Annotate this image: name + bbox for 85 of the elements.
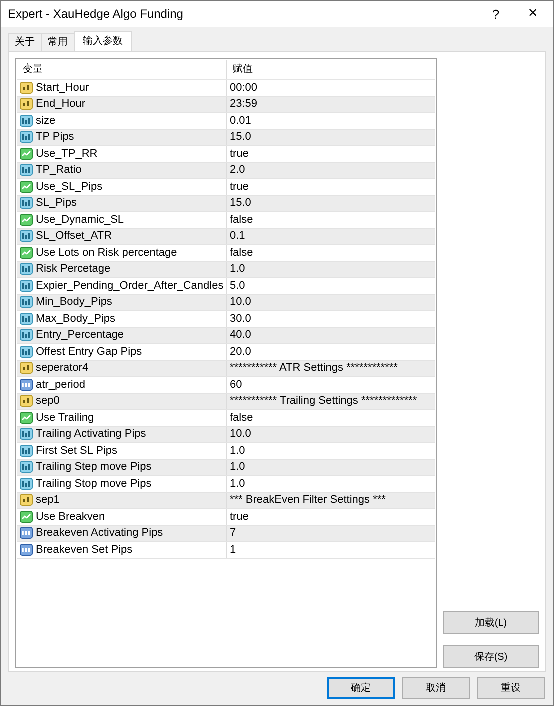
- parameter-name: Use_Dynamic_SL: [36, 212, 124, 227]
- parameter-value[interactable]: 40.0: [230, 328, 252, 342]
- parameter-name: Trailing Step move Pips: [36, 460, 152, 474]
- parameter-name: TP_Ratio: [36, 163, 82, 178]
- number-type-icon: [20, 197, 33, 210]
- parameter-name: sep1: [36, 493, 60, 508]
- parameter-value[interactable]: 00:00: [230, 80, 258, 95]
- number-type-icon: [20, 346, 33, 358]
- number-type-icon: [20, 164, 33, 176]
- parameter-value[interactable]: 10.0: [230, 295, 252, 310]
- parameter-value[interactable]: true: [230, 510, 249, 524]
- number-type-icon: [20, 329, 33, 342]
- save-button[interactable]: 保存(S): [443, 645, 539, 668]
- parameter-value[interactable]: 1: [230, 542, 236, 557]
- parameter-name: TP Pips: [36, 130, 74, 144]
- parameter-value[interactable]: 15.0: [230, 130, 252, 144]
- parameter-value[interactable]: 60: [230, 378, 242, 392]
- parameter-value[interactable]: 5.0: [230, 278, 246, 293]
- parameter-name: Min_Body_Pips: [36, 295, 112, 310]
- number-type-icon: [20, 296, 33, 308]
- parameter-name: First Set SL Pips: [36, 444, 118, 458]
- parameter-name: Expier_Pending_Order_After_Candles: [36, 278, 224, 293]
- parameter-name: Max_Body_Pips: [36, 312, 116, 326]
- number-type-icon: [20, 114, 33, 127]
- parameter-value[interactable]: *********** Trailing Settings *************: [230, 394, 418, 408]
- number-type-icon: [20, 312, 33, 325]
- number-type-icon: [20, 444, 33, 457]
- parameter-value[interactable]: 20.0: [230, 344, 252, 359]
- parameter-name: Breakeven Activating Pips: [36, 526, 164, 540]
- parameter-value[interactable]: 1.0: [230, 476, 246, 491]
- column-header[interactable]: 赋值: [227, 60, 435, 79]
- parameter-value[interactable]: 1.0: [230, 262, 246, 276]
- parameter-name: Risk Percetage: [36, 262, 111, 276]
- parameter-value[interactable]: 10.0: [230, 427, 252, 442]
- close-button[interactable]: ×: [513, 5, 553, 23]
- tab[interactable]: 输入参数: [74, 31, 132, 51]
- number-type-icon: [20, 131, 33, 144]
- parameter-value[interactable]: 23:59: [230, 97, 258, 112]
- parameter-name: Trailing Activating Pips: [36, 427, 146, 442]
- parameter-name: Use_TP_RR: [36, 146, 98, 161]
- parameter-name: End_Hour: [36, 97, 86, 112]
- parameter-value[interactable]: *********** ATR Settings ************: [230, 361, 398, 376]
- parameter-value[interactable]: 30.0: [230, 312, 252, 326]
- number-type-icon: [20, 280, 33, 292]
- parameter-name: SL_Pips: [36, 196, 77, 210]
- parameter-name: Entry_Percentage: [36, 328, 124, 342]
- number-type-icon: [20, 428, 33, 440]
- parameter-name: Use Breakven: [36, 510, 106, 524]
- parameter-value[interactable]: false: [230, 410, 254, 425]
- number-type-icon: [20, 263, 33, 276]
- parameter-name: size: [36, 114, 56, 128]
- parameter-value[interactable]: 0.01: [230, 114, 252, 128]
- parameter-name: SL_Offset_ATR: [36, 229, 112, 244]
- parameter-value[interactable]: false: [230, 246, 254, 260]
- parameter-value[interactable]: 15.0: [230, 196, 252, 210]
- number-type-icon: [20, 461, 33, 474]
- window-title: Expert - XauHedge Algo Funding: [8, 7, 184, 21]
- column-header[interactable]: 变量: [17, 60, 227, 79]
- parameter-name: seperator4: [36, 361, 89, 376]
- number-type-icon: [20, 230, 33, 242]
- load-button[interactable]: 加载(L): [443, 611, 539, 634]
- parameter-value[interactable]: false: [230, 212, 254, 227]
- number-type-icon: [20, 478, 33, 490]
- parameter-value[interactable]: 0.1: [230, 229, 246, 244]
- parameter-name: Use Trailing: [36, 410, 94, 425]
- parameter-value[interactable]: 2.0: [230, 163, 246, 178]
- parameter-name: atr_period: [36, 378, 86, 392]
- parameter-name: Offest Entry Gap Pips: [36, 344, 142, 359]
- parameter-name: Use_SL_Pips: [36, 180, 103, 194]
- parameter-value[interactable]: *** BreakEven Filter Settings ***: [230, 493, 386, 508]
- parameter-value[interactable]: 1.0: [230, 460, 246, 474]
- dialog-button[interactable]: 重设: [477, 677, 545, 699]
- parameter-name: Use Lots on Risk percentage: [36, 246, 178, 260]
- help-button[interactable]: ?: [479, 6, 513, 22]
- parameter-name: Start_Hour: [36, 80, 90, 95]
- parameter-name: sep0: [36, 394, 60, 408]
- parameter-value[interactable]: true: [230, 146, 249, 161]
- parameter-name: Breakeven Set Pips: [36, 542, 133, 557]
- dialog-button[interactable]: 取消: [402, 677, 470, 699]
- dialog-button[interactable]: 确定: [327, 677, 395, 699]
- parameter-value[interactable]: 7: [230, 526, 236, 540]
- tab[interactable]: 关于: [8, 33, 42, 51]
- parameter-value[interactable]: true: [230, 180, 249, 194]
- parameter-value[interactable]: 1.0: [230, 444, 246, 458]
- parameter-name: Trailing Stop move Pips: [36, 476, 152, 491]
